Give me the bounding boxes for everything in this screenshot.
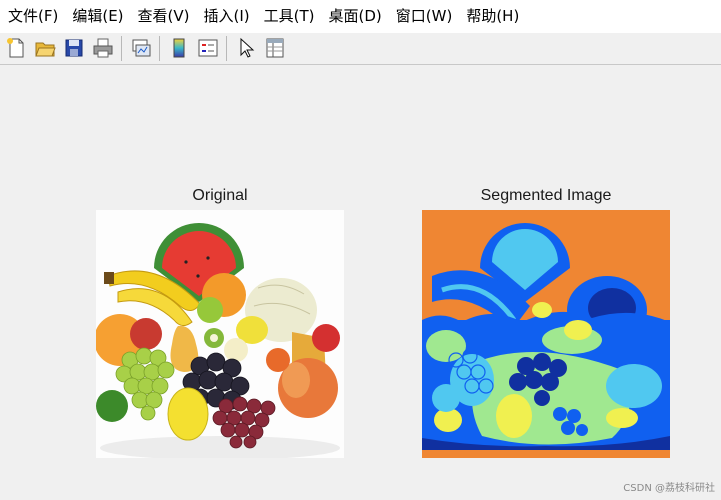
property-inspector-icon[interactable]: [264, 37, 286, 59]
toolbar-separator: [121, 36, 122, 61]
menu-bar: 文件(F) 编辑(E) 查看(V) 插入(I) 工具(T) 桌面(D) 窗口(W…: [0, 0, 721, 33]
new-figure-icon[interactable]: [5, 37, 27, 59]
print-icon[interactable]: [92, 37, 114, 59]
figure-toolbar: [0, 33, 721, 65]
menu-insert[interactable]: 插入(I): [196, 0, 256, 33]
menu-help[interactable]: 帮助(H): [458, 0, 525, 33]
menu-edit[interactable]: 编辑(E): [64, 0, 129, 33]
menu-view[interactable]: 查看(V): [130, 0, 196, 33]
menu-window[interactable]: 窗口(W): [388, 0, 459, 33]
menu-desktop[interactable]: 桌面(D): [321, 0, 388, 33]
insert-colorbar-icon[interactable]: [168, 37, 190, 59]
original-image: [96, 210, 344, 458]
original-image-title: Original: [192, 187, 248, 204]
toolbar-separator: [226, 36, 227, 61]
edit-plot-pointer-icon[interactable]: [235, 37, 257, 59]
menu-tools[interactable]: 工具(T): [256, 0, 321, 33]
segmented-image: [422, 210, 670, 458]
open-file-icon[interactable]: [34, 37, 56, 59]
menu-file[interactable]: 文件(F): [0, 0, 64, 33]
link-plot-icon[interactable]: [130, 37, 152, 59]
segmented-image-title: Segmented Image: [480, 187, 612, 204]
toolbar-separator: [159, 36, 160, 61]
save-icon[interactable]: [63, 37, 85, 59]
watermark-text: CSDN @荔枝科研社: [623, 483, 715, 494]
insert-legend-icon[interactable]: [197, 37, 219, 59]
